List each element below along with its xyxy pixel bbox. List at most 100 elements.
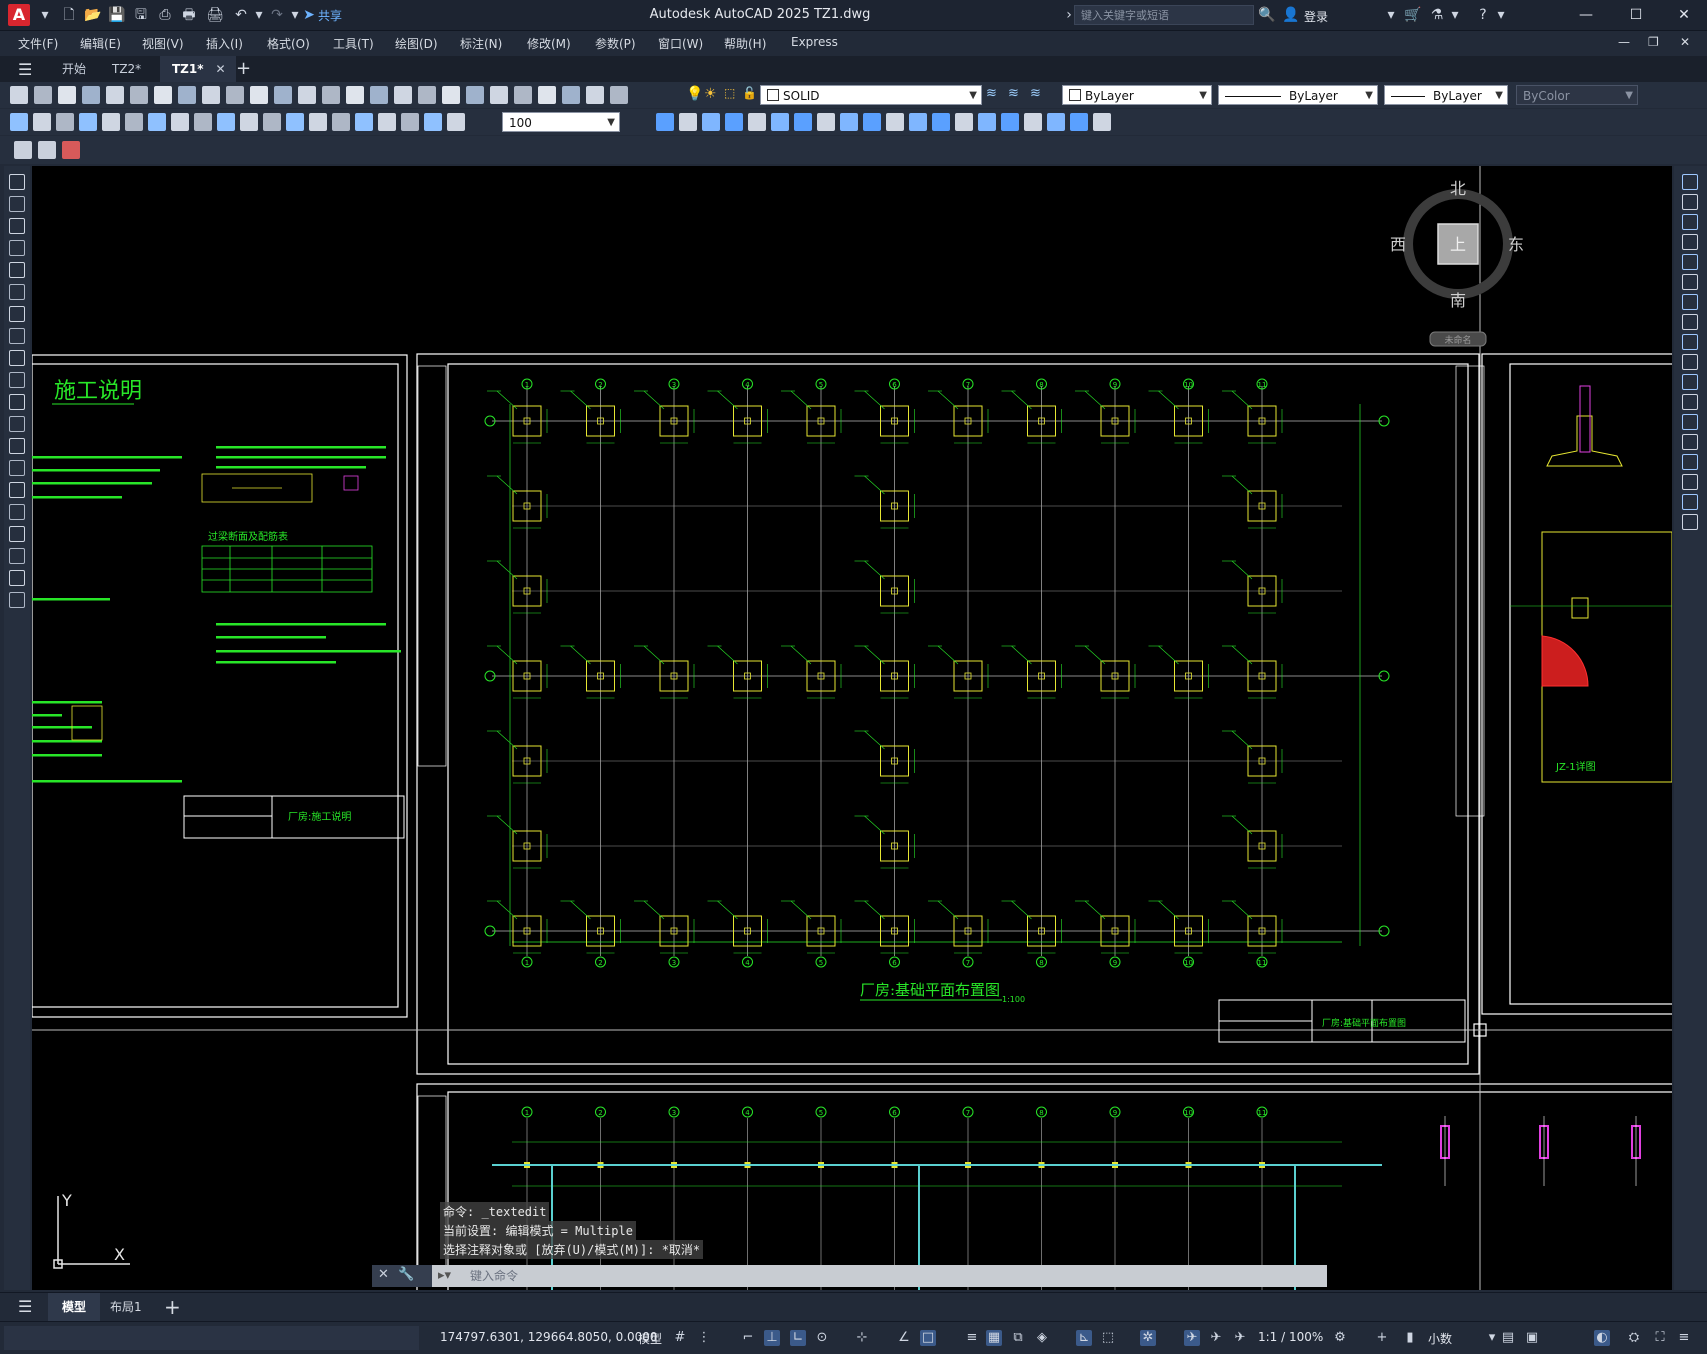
menu-edit[interactable]: 编辑(E) bbox=[80, 35, 121, 52]
standard-tool-icon[interactable] bbox=[298, 86, 316, 104]
annotation-scale-value[interactable]: 1:1 / 100% bbox=[1258, 1330, 1323, 1344]
modify-tool-icon[interactable] bbox=[1682, 214, 1698, 230]
menu-express[interactable]: Express bbox=[791, 35, 838, 49]
redo-icon[interactable]: ↷ bbox=[268, 6, 286, 24]
gizmo-icon[interactable]: ✲ bbox=[1140, 1330, 1156, 1346]
dimension-tool-icon[interactable] bbox=[401, 113, 419, 131]
modify-tool-icon[interactable] bbox=[1024, 113, 1042, 131]
standard-tool-icon[interactable] bbox=[562, 86, 580, 104]
dimension-tool-icon[interactable] bbox=[447, 113, 465, 131]
modify-tool-icon[interactable] bbox=[1682, 294, 1698, 310]
modify-tool-icon[interactable] bbox=[771, 113, 789, 131]
print-icon[interactable]: 🖨 bbox=[206, 6, 224, 24]
share-icon[interactable]: ➤ bbox=[300, 6, 318, 24]
auto-scale-icon[interactable]: ✈ bbox=[1208, 1330, 1224, 1346]
modify-tool-icon[interactable] bbox=[1682, 454, 1698, 470]
dimension-tool-icon[interactable] bbox=[10, 113, 28, 131]
doc-close-icon[interactable]: ✕ bbox=[1680, 35, 1690, 49]
lock-ui-icon[interactable]: ▣ bbox=[1524, 1330, 1540, 1346]
clean-screen-icon[interactable]: ⛶ bbox=[1652, 1330, 1668, 1346]
command-customize-icon[interactable]: 🔧 bbox=[398, 1267, 414, 1282]
menu-dimension[interactable]: 标注(N) bbox=[460, 35, 502, 52]
modify-tool-icon[interactable] bbox=[1682, 494, 1698, 510]
draw-tool-icon[interactable] bbox=[9, 350, 25, 366]
layer-freeze-icon[interactable]: ☀ bbox=[704, 86, 722, 104]
new-tab-icon[interactable]: + bbox=[236, 58, 251, 79]
app-menu-chevron-icon[interactable]: ▾ bbox=[36, 6, 54, 24]
draw-tool-icon[interactable] bbox=[9, 196, 25, 212]
3d-osnap-icon[interactable]: ◈ bbox=[1034, 1330, 1050, 1346]
modify-tool-icon[interactable] bbox=[656, 113, 674, 131]
draw-tool-icon[interactable] bbox=[9, 570, 25, 586]
annotation-scale-icon[interactable]: ✈ bbox=[1232, 1330, 1248, 1346]
standard-tool-icon[interactable] bbox=[586, 86, 604, 104]
modify-tool-icon[interactable] bbox=[863, 113, 881, 131]
layer-viewport-icon[interactable]: ⬚ bbox=[724, 86, 742, 104]
workspace-gear-icon[interactable]: ⚙ bbox=[1332, 1330, 1348, 1346]
cart-icon[interactable]: 🛒 bbox=[1404, 6, 1422, 24]
standard-tool-icon[interactable] bbox=[466, 86, 484, 104]
layer-lock-icon[interactable]: 🔓 bbox=[742, 86, 760, 104]
autocad-logo-icon[interactable]: A bbox=[8, 4, 30, 26]
viewcube[interactable]: 上 北 南 东 西 未命名 bbox=[1390, 179, 1524, 347]
modify-tool-icon[interactable] bbox=[1682, 414, 1698, 430]
modify-tool-icon[interactable] bbox=[1682, 254, 1698, 270]
tab-tz1[interactable]: TZ1* ✕ bbox=[160, 56, 236, 82]
draw-tool-icon[interactable] bbox=[9, 218, 25, 234]
draw-tool-icon[interactable] bbox=[9, 482, 25, 498]
modify-tool-icon[interactable] bbox=[1093, 113, 1111, 131]
tab-model[interactable]: 模型 bbox=[48, 1293, 101, 1321]
standard-tool-icon[interactable] bbox=[394, 86, 412, 104]
standard-tool-icon[interactable] bbox=[106, 86, 124, 104]
dimension-tool-icon[interactable] bbox=[240, 113, 258, 131]
modify-tool-icon[interactable] bbox=[886, 113, 904, 131]
dynamic-ucs-icon[interactable]: ⊾ bbox=[1076, 1330, 1092, 1346]
doc-restore-icon[interactable]: ❐ bbox=[1648, 35, 1659, 49]
standard-tool-icon[interactable] bbox=[610, 86, 628, 104]
tab-start[interactable]: 开始 bbox=[50, 56, 98, 82]
minimize-icon[interactable]: — bbox=[1566, 4, 1606, 26]
layer-on-icon[interactable]: 💡 bbox=[686, 86, 704, 104]
modify-tool-icon[interactable] bbox=[1047, 113, 1065, 131]
dimension-tool-icon[interactable] bbox=[171, 113, 189, 131]
standard-tool-icon[interactable] bbox=[490, 86, 508, 104]
dimension-tool-icon[interactable] bbox=[79, 113, 97, 131]
close-icon[interactable]: ✕ bbox=[1664, 4, 1704, 26]
draw-tool-icon[interactable] bbox=[9, 394, 25, 410]
plotstyle-dropdown[interactable]: ByColor ▼ bbox=[1516, 85, 1638, 105]
standard-tool-icon[interactable] bbox=[538, 86, 556, 104]
annotation-visibility-icon[interactable]: ✈ bbox=[1184, 1330, 1200, 1346]
menu-file[interactable]: 文件(F) bbox=[18, 35, 58, 52]
tab-layout1[interactable]: 布局1 bbox=[96, 1293, 156, 1321]
help-icon[interactable]: ? bbox=[1474, 6, 1492, 24]
dimension-tool-icon[interactable] bbox=[33, 113, 51, 131]
draw-tool-icon[interactable] bbox=[9, 460, 25, 476]
dimension-tool-icon[interactable] bbox=[102, 113, 120, 131]
model-space-toggle[interactable]: 模型 bbox=[638, 1330, 662, 1347]
transparency-icon[interactable]: ▦ bbox=[986, 1330, 1002, 1346]
menu-insert[interactable]: 插入(I) bbox=[206, 35, 243, 52]
selection-cycling-icon[interactable]: ⧉ bbox=[1010, 1330, 1026, 1346]
command-close-icon[interactable]: ✕ bbox=[378, 1267, 389, 1282]
modify-tool-icon[interactable] bbox=[679, 113, 697, 131]
polar-icon[interactable]: ⊙ bbox=[814, 1330, 830, 1346]
draw-tool-icon[interactable] bbox=[9, 174, 25, 190]
plot-icon[interactable]: 🖶 bbox=[180, 6, 198, 24]
search-icon[interactable]: 🔍 bbox=[1258, 6, 1276, 24]
snap-icon[interactable]: ⋮ bbox=[696, 1330, 712, 1346]
tab-close-icon[interactable]: ✕ bbox=[215, 56, 225, 82]
share-button[interactable]: 共享 bbox=[318, 7, 342, 24]
coordinate-readout[interactable]: 174797.6301, 129664.8050, 0.0000 bbox=[440, 1330, 658, 1344]
standard-tool-icon[interactable] bbox=[178, 86, 196, 104]
modify-tool-icon[interactable] bbox=[748, 113, 766, 131]
modify-tool-icon[interactable] bbox=[955, 113, 973, 131]
modify-tool-icon[interactable] bbox=[1070, 113, 1088, 131]
units-dropdown-icon[interactable]: ▾ bbox=[1484, 1330, 1500, 1346]
dimension-tool-icon[interactable] bbox=[217, 113, 235, 131]
doc-minimize-icon[interactable]: — bbox=[1618, 35, 1630, 49]
save-icon[interactable]: 💾 bbox=[108, 6, 126, 24]
draw-tool-icon[interactable] bbox=[9, 328, 25, 344]
dimension-tool-icon[interactable] bbox=[56, 113, 74, 131]
help-dropdown-icon[interactable]: ▾ bbox=[1492, 6, 1510, 24]
login-link[interactable]: 登录 bbox=[1304, 8, 1328, 25]
